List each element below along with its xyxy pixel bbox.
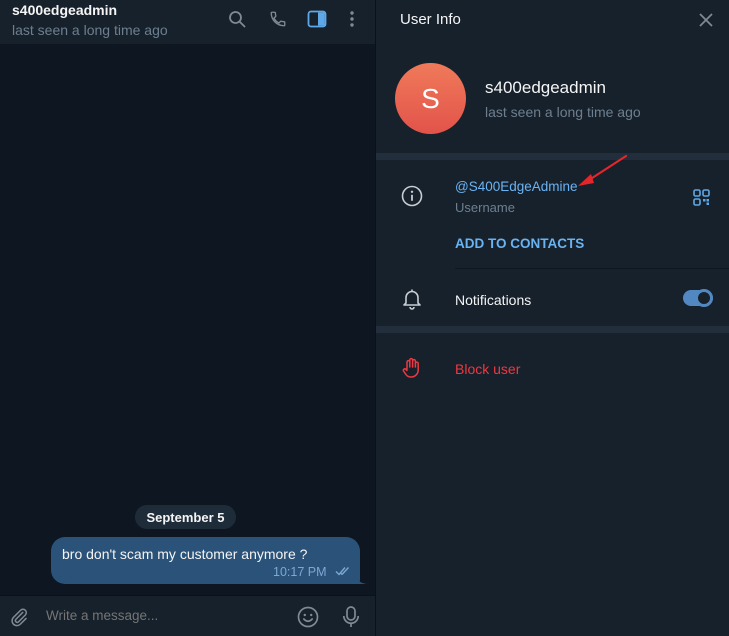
notifications-toggle[interactable] [683,289,713,307]
row-divider [455,268,729,269]
chat-title[interactable]: s400edgeadmin [12,2,117,18]
message-input[interactable] [46,608,276,623]
phone-icon[interactable] [267,8,289,30]
qr-code-icon[interactable] [693,189,710,206]
section-separator [376,326,729,333]
profile-name: s400edgeadmin [485,78,606,97]
chat-status: last seen a long time ago [12,22,168,38]
username-link[interactable]: @S400EdgeAdmine [455,179,578,194]
panel-title: User Info [400,11,461,28]
attach-icon[interactable] [7,605,31,629]
date-separator: September 5 [135,505,236,529]
block-user-button[interactable]: Block user [455,361,520,377]
close-icon[interactable] [696,10,716,30]
bell-icon [400,287,424,311]
notifications-label: Notifications [455,292,532,308]
username-label: Username [455,200,515,215]
add-to-contacts-button[interactable]: ADD TO CONTACTS [455,236,584,251]
chat-header: s400edgeadmin last seen a long time ago [0,0,375,44]
microphone-icon[interactable] [339,605,363,629]
bubble-tail [355,574,367,584]
sidebar-toggle-icon[interactable] [306,8,328,30]
annotation-arrow-icon [578,154,628,186]
chat-area: s400edgeadmin last seen a long time ago … [0,0,375,636]
more-vertical-icon[interactable] [341,8,363,30]
search-icon[interactable] [226,8,248,30]
message-time: 10:17 PM [273,565,327,579]
avatar[interactable]: S [395,63,466,134]
emoji-icon[interactable] [296,605,320,629]
user-info-panel: User Info S s400edgeadmin last seen a lo… [376,0,729,636]
info-icon [400,184,424,208]
message-bubble-outgoing[interactable]: bro don't scam my customer anymore ? 10:… [51,537,360,584]
toggle-knob [695,289,713,307]
profile-status: last seen a long time ago [485,104,641,120]
message-composer [0,595,375,636]
double-check-icon [335,567,350,576]
hand-stop-icon [400,356,424,380]
message-text: bro don't scam my customer anymore ? [62,546,308,562]
section-separator [376,153,729,160]
